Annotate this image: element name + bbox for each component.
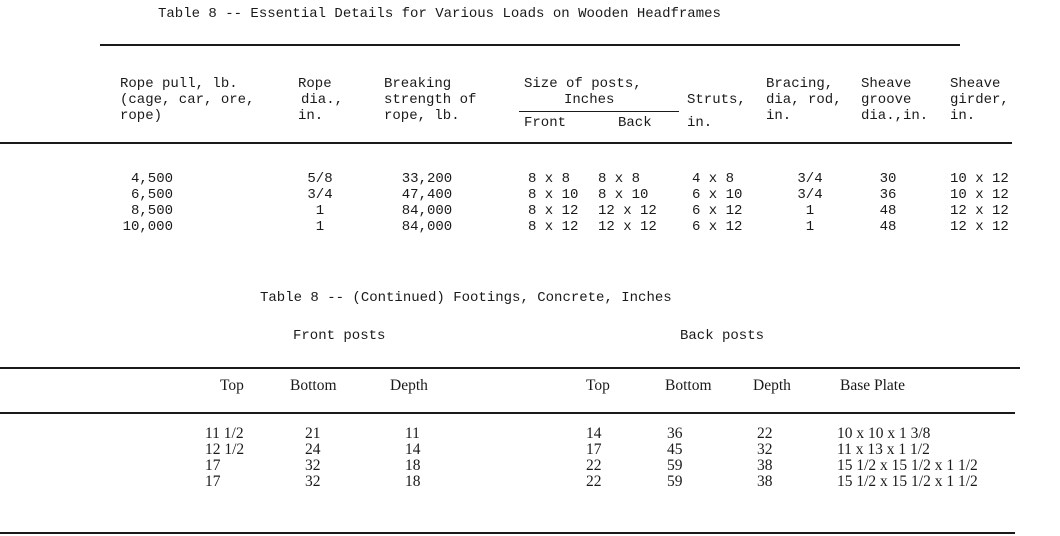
header-front-top: Top xyxy=(220,377,244,394)
cell-b-depth: 38 xyxy=(757,473,773,490)
cell-bracing: 3/4 xyxy=(797,171,823,187)
cell-struts: 6 x 12 xyxy=(692,203,743,219)
header-rope-pull: Rope pull, lb. (cage, car, ore, rope) xyxy=(120,76,255,124)
cell-b-top: 14 xyxy=(586,425,602,442)
cell-breaking: 33,200 xyxy=(401,171,453,187)
cell-b-bottom: 36 xyxy=(667,425,683,442)
header-front-depth: Depth xyxy=(390,377,428,394)
cell-b-bottom: 59 xyxy=(667,473,683,490)
table1-top-rule xyxy=(100,44,960,46)
cell-rope-dia: 1 xyxy=(315,203,325,219)
cell-struts: 6 x 12 xyxy=(692,219,743,235)
header-back-bottom: Bottom xyxy=(665,377,712,394)
header-back-top: Top xyxy=(586,377,610,394)
cell-f-top: 12 1/2 xyxy=(205,441,245,458)
cell-back: 8 x 8 xyxy=(598,171,641,187)
header-sheave-girder: Sheave girder, in. xyxy=(950,76,1009,124)
cell-f-top: 17 xyxy=(205,473,221,490)
cell-b-top: 17 xyxy=(586,441,602,458)
cell-rope-pull: 4,500 xyxy=(130,171,173,187)
cell-front: 8 x 8 xyxy=(528,171,571,187)
cell-front: 8 x 10 xyxy=(528,187,579,203)
cell-sheave-groove: 36 xyxy=(879,187,897,203)
cell-b-bottom: 59 xyxy=(667,457,683,474)
cell-rope-pull: 8,500 xyxy=(130,203,173,219)
cell-bracing: 3/4 xyxy=(797,187,823,203)
cell-f-top: 11 1/2 xyxy=(205,425,244,442)
cell-rope-dia: 1 xyxy=(315,219,325,235)
cell-struts: 4 x 8 xyxy=(692,171,735,187)
cell-breaking: 84,000 xyxy=(401,219,453,235)
group-back-posts: Back posts xyxy=(680,328,765,344)
header-breaking-strength: Breaking strength of rope, lb. xyxy=(384,76,477,124)
cell-base-plate: 10 x 10 x 1 3/8 xyxy=(837,425,931,442)
cell-rope-dia: 5/8 xyxy=(307,171,333,187)
cell-f-depth: 18 xyxy=(405,457,421,474)
cell-f-depth: 14 xyxy=(405,441,421,458)
cell-f-bottom: 24 xyxy=(305,441,321,458)
cell-rope-pull: 10,000 xyxy=(122,219,173,235)
cell-b-top: 22 xyxy=(586,473,602,490)
cell-base-plate: 15 1/2 x 15 1/2 x 1 1/2 xyxy=(837,473,978,490)
table2-top-rule xyxy=(0,367,1020,369)
cell-back: 12 x 12 xyxy=(598,203,657,219)
table2-title: Table 8 -- (Continued) Footings, Concret… xyxy=(260,290,672,306)
cell-back: 8 x 10 xyxy=(598,187,649,203)
cell-b-depth: 38 xyxy=(757,457,773,474)
header-rope-dia: Rope dia., in. xyxy=(298,76,344,124)
header-sheave-groove: Sheave groove dia.,in. xyxy=(861,76,929,124)
cell-f-bottom: 32 xyxy=(305,473,321,490)
header-back-depth: Depth xyxy=(753,377,791,394)
cell-sheave-girder: 12 x 12 xyxy=(950,203,1009,219)
cell-f-bottom: 21 xyxy=(305,425,321,442)
cell-bracing: 1 xyxy=(805,219,815,235)
table2-bottom-rule xyxy=(0,532,1015,534)
cell-b-depth: 32 xyxy=(757,441,773,458)
posts-underline xyxy=(519,111,679,112)
header-struts: Struts, in. xyxy=(687,92,746,131)
cell-f-bottom: 32 xyxy=(305,457,321,474)
header-posts-back: Back xyxy=(618,115,652,131)
header-posts-front: Front xyxy=(524,115,567,131)
table1-title: Table 8 -- Essential Details for Various… xyxy=(158,6,721,22)
cell-sheave-girder: 12 x 12 xyxy=(950,219,1009,235)
cell-breaking: 84,000 xyxy=(401,203,453,219)
cell-struts: 6 x 10 xyxy=(692,187,743,203)
cell-base-plate: 11 x 13 x 1 1/2 xyxy=(837,441,930,458)
cell-bracing: 1 xyxy=(805,203,815,219)
cell-f-depth: 11 xyxy=(405,425,420,442)
cell-sheave-girder: 10 x 12 xyxy=(950,187,1009,203)
cell-front: 8 x 12 xyxy=(528,203,579,219)
header-posts-inches: Inches xyxy=(564,92,615,108)
header-size-of-posts: Size of posts, xyxy=(524,76,642,92)
header-bracing: Bracing, dia, rod, in. xyxy=(766,76,842,124)
cell-sheave-groove: 48 xyxy=(879,203,897,219)
cell-b-depth: 22 xyxy=(757,425,773,442)
header-base-plate: Base Plate xyxy=(840,377,905,394)
cell-f-top: 17 xyxy=(205,457,221,474)
cell-sheave-girder: 10 x 12 xyxy=(950,171,1009,187)
cell-b-bottom: 45 xyxy=(667,441,683,458)
cell-sheave-groove: 30 xyxy=(879,171,897,187)
header-front-bottom: Bottom xyxy=(290,377,337,394)
cell-front: 8 x 12 xyxy=(528,219,579,235)
cell-b-top: 22 xyxy=(586,457,602,474)
cell-rope-dia: 3/4 xyxy=(307,187,333,203)
table1-header-rule xyxy=(0,142,1012,144)
group-front-posts: Front posts xyxy=(293,328,386,344)
cell-breaking: 47,400 xyxy=(401,187,453,203)
cell-sheave-groove: 48 xyxy=(879,219,897,235)
cell-base-plate: 15 1/2 x 15 1/2 x 1 1/2 xyxy=(837,457,978,474)
cell-rope-pull: 6,500 xyxy=(130,187,173,203)
cell-back: 12 x 12 xyxy=(598,219,657,235)
table2-header-rule xyxy=(0,412,1015,414)
cell-f-depth: 18 xyxy=(405,473,421,490)
